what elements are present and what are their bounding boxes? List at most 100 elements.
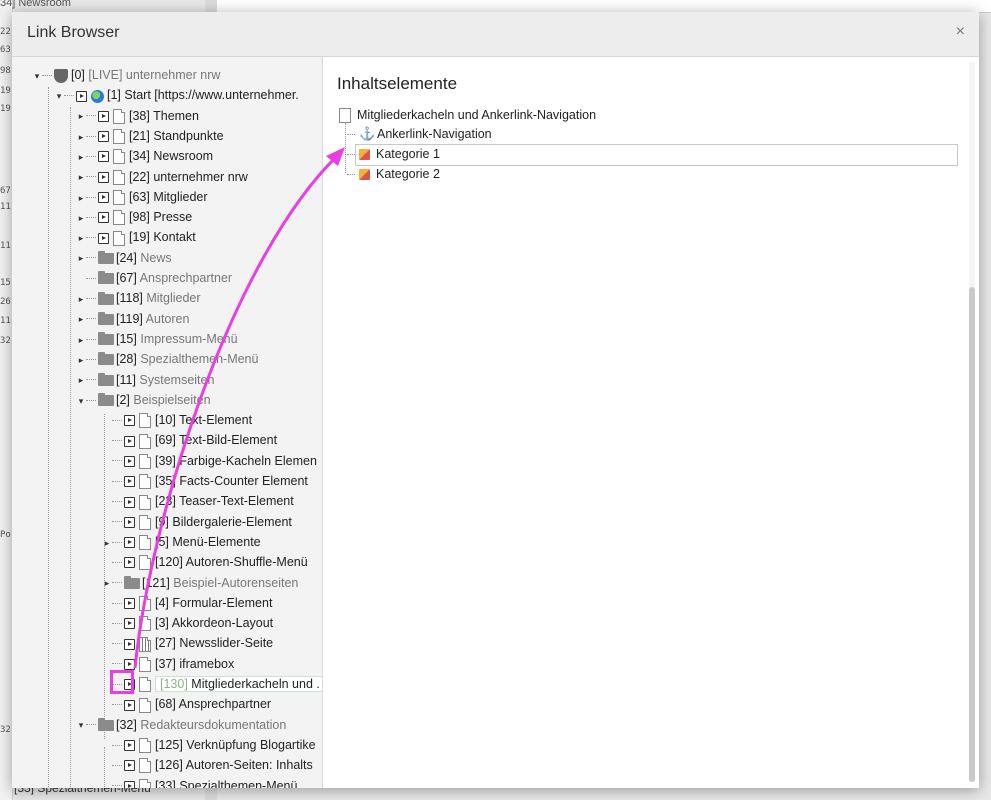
tree-node[interactable]: ▸ [15] Impressum-Menü <box>76 329 238 349</box>
tree-connector <box>112 785 122 787</box>
tree-node[interactable]: [3] Akkordeon-Layout <box>102 613 273 633</box>
selected-tree-node-label: [130] Mitgliederkacheln und . <box>155 676 322 692</box>
expand-arrow-icon[interactable]: ▸ <box>102 573 112 593</box>
expand-arrow-icon[interactable]: ▸ <box>76 330 86 350</box>
tree-node[interactable]: ▸ [98] Presse <box>76 207 192 227</box>
tree-node[interactable]: ▸ [24] News <box>76 248 172 268</box>
expand-arrow-icon[interactable]: ▸ <box>76 188 86 208</box>
folder-icon <box>98 372 114 386</box>
link-page-icon[interactable] <box>124 496 135 508</box>
tree-node-title: Facts-Counter Element <box>179 474 308 488</box>
link-page-icon[interactable] <box>124 658 135 670</box>
tree-node[interactable]: ▸ [22] unternehmer nrw <box>76 167 248 187</box>
link-page-icon[interactable] <box>124 760 135 772</box>
link-page-icon[interactable] <box>124 435 135 447</box>
expand-arrow-icon[interactable]: ▸ <box>76 228 86 248</box>
background-text: 67 <box>0 186 11 195</box>
background-text: 26 <box>0 297 11 306</box>
tree-node[interactable]: ▸ [28] Spezialthemen-Menü <box>76 349 259 370</box>
close-icon[interactable]: × <box>956 23 965 41</box>
link-page-icon[interactable] <box>76 90 87 102</box>
tree-node[interactable]: ▾ [0] [LIVE] unternehmer nrw <box>32 65 220 85</box>
expand-arrow-icon[interactable]: ▸ <box>76 147 86 167</box>
content-heading: Inhaltselemente <box>337 74 458 93</box>
tree-node[interactable]: [10] Text-Element <box>102 410 252 430</box>
expand-arrow-icon[interactable]: ▸ <box>76 106 86 126</box>
tree-node[interactable]: ▸ [19] Kontakt <box>76 227 196 247</box>
tree-node[interactable]: ▸ [63] Mitglieder <box>76 187 208 207</box>
tree-node[interactable]: ▾ [2] Beispielseiten <box>76 390 211 410</box>
expand-arrow-icon[interactable]: ▸ <box>76 127 86 147</box>
link-page-icon[interactable] <box>98 171 109 183</box>
link-page-icon[interactable] <box>98 212 109 224</box>
tree-node-label: [11] Systemseiten <box>116 373 214 387</box>
tree-node-label: [32] Redakteursdokumentation <box>116 718 286 732</box>
tree-node[interactable]: ▸ [5] Menü-Elemente <box>102 532 261 552</box>
link-page-icon[interactable] <box>124 699 135 711</box>
tree-node[interactable]: [69] Text-Bild-Element <box>102 430 277 450</box>
expand-arrow-icon[interactable]: ▸ <box>76 208 86 228</box>
tree-node[interactable]: [39] Farbige-Kacheln Elemen <box>102 451 317 471</box>
collapse-arrow-icon[interactable]: ▾ <box>32 66 42 86</box>
link-page-icon[interactable] <box>98 151 109 163</box>
tree-node[interactable]: [9] Bildergalerie-Element <box>102 512 292 532</box>
tree-node[interactable]: ▸ [119] Autoren <box>76 309 190 329</box>
tree-node[interactable]: [4] Formular-Element <box>102 593 272 613</box>
tree-node[interactable]: [125] Verknüpfung Blogartike <box>102 735 316 755</box>
link-page-icon[interactable] <box>124 516 135 528</box>
link-page-icon[interactable] <box>98 131 109 143</box>
content-scrollbar-thumb[interactable] <box>969 287 975 782</box>
link-page-icon[interactable] <box>124 455 135 467</box>
tree-node[interactable]: ▸ [11] Systemseiten <box>76 370 215 390</box>
link-page-icon[interactable] <box>124 740 135 752</box>
collapse-arrow-icon[interactable]: ▾ <box>76 715 86 735</box>
expand-arrow-icon[interactable]: ▸ <box>76 248 86 268</box>
link-page-icon[interactable] <box>124 415 135 427</box>
tree-node[interactable]: [67] Ansprechpartner <box>76 268 232 288</box>
collapse-arrow-icon[interactable]: ▾ <box>54 86 64 106</box>
expand-arrow-icon[interactable]: ▸ <box>102 533 112 553</box>
expand-arrow-icon[interactable]: ▸ <box>76 309 86 329</box>
tree-node[interactable]: [23] Teaser-Text-Element <box>102 491 294 511</box>
page-icon <box>139 616 151 632</box>
tree-node-title: Autoren-Seiten: Inhalts <box>185 758 313 773</box>
tree-node[interactable]: ▸ [121] Beispiel-Autorenseiten <box>102 573 299 593</box>
link-page-icon[interactable] <box>124 476 135 488</box>
link-page-icon[interactable] <box>124 537 135 549</box>
background-text: 34] Newsroom <box>0 0 71 9</box>
tree-node-uid: [121] <box>142 575 170 590</box>
link-page-icon[interactable] <box>124 780 135 788</box>
link-page-icon[interactable] <box>98 192 109 203</box>
tree-node-title: [LIVE] unternehmer nrw <box>88 68 221 82</box>
tree-node[interactable]: [68] Ansprechpartner <box>102 694 271 714</box>
tree-node[interactable]: [126] Autoren-Seiten: Inhalts <box>102 755 313 775</box>
content-element-kategorie-2[interactable]: Kategorie 2 <box>347 164 440 184</box>
tree-node-uid: [4] <box>155 595 169 610</box>
link-page-icon[interactable] <box>124 557 135 569</box>
content-element-ankerlink[interactable]: ⚓ Ankerlink-Navigation <box>347 124 492 144</box>
expand-arrow-icon[interactable]: ▸ <box>76 370 86 390</box>
tree-node[interactable]: [27] Newsslider-Seite <box>102 633 273 653</box>
tree-node[interactable]: ▸ [38] Themen <box>76 106 199 126</box>
collapse-arrow-icon[interactable]: ▾ <box>76 391 86 411</box>
tree-node[interactable]: [35] Facts-Counter Element <box>102 471 308 491</box>
tree-node[interactable]: [120] Autoren-Shuffle-Menü <box>102 552 308 572</box>
tree-node[interactable]: [33] Spezialthemen-Menü <box>102 776 297 788</box>
link-page-icon[interactable] <box>98 110 109 122</box>
tree-node[interactable]: ▸ [21] Standpunkte <box>76 126 224 146</box>
expand-arrow-icon[interactable]: ▸ <box>76 350 86 370</box>
tree-node[interactable]: ▸ [34] Newsroom <box>76 146 213 166</box>
link-page-icon[interactable] <box>124 598 135 609</box>
tree-node[interactable]: ▾ [1] Start [https://www.unternehmer. <box>54 85 299 105</box>
tree-node[interactable]: [130] Mitgliederkacheln und . <box>102 674 322 694</box>
link-page-icon[interactable] <box>124 638 135 650</box>
tree-connector <box>86 338 96 341</box>
expand-arrow-icon[interactable]: ▸ <box>76 289 86 309</box>
link-page-icon[interactable] <box>124 618 135 630</box>
tree-node-label: [39] Farbige-Kacheln Elemen <box>155 454 317 468</box>
tree-node[interactable]: ▸ [118] Mitglieder <box>76 288 201 308</box>
link-page-icon[interactable] <box>98 232 109 244</box>
tree-node[interactable]: ▾ [32] Redakteursdokumentation <box>76 715 287 735</box>
content-element-kategorie-1[interactable]: Kategorie 1 <box>347 144 440 164</box>
expand-arrow-icon[interactable]: ▸ <box>76 167 86 187</box>
